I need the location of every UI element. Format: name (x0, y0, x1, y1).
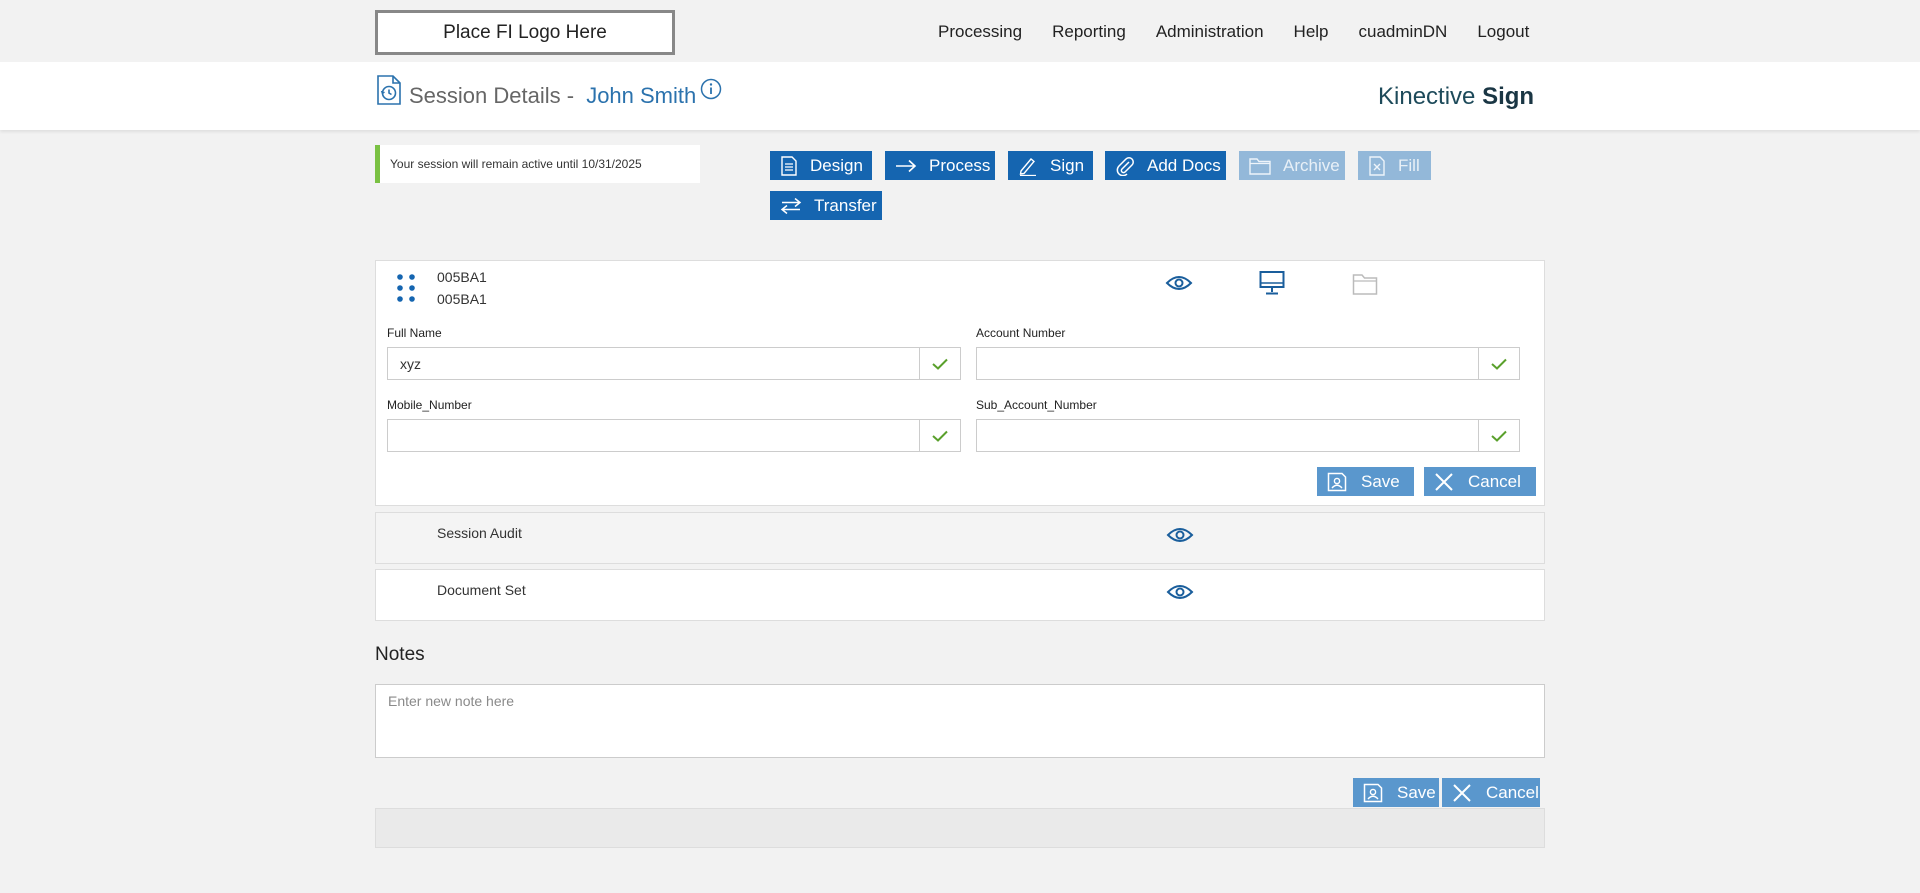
brand-name-light: Kinective (1378, 83, 1483, 110)
full-name-confirm[interactable] (919, 348, 960, 379)
mobile-number-input[interactable] (388, 420, 919, 451)
notes-box (375, 684, 1545, 758)
account-number-field (976, 347, 1520, 380)
document-panel: 005BA1 005BA1 Full Name Account Number M… (375, 260, 1545, 506)
account-number-confirm[interactable] (1478, 348, 1519, 379)
nav-administration[interactable]: Administration (1156, 22, 1264, 42)
mobile-number-label: Mobile_Number (387, 398, 472, 412)
transfer-arrows-icon (780, 197, 802, 214)
check-icon (1491, 430, 1507, 442)
note-save-button[interactable]: Save (1353, 778, 1439, 807)
folder-icon (1352, 274, 1378, 295)
document-cancel-button[interactable]: Cancel (1424, 467, 1536, 496)
notes-list (375, 808, 1545, 848)
top-bar: Place FI Logo Here Processing Reporting … (0, 0, 1920, 62)
nav-help[interactable]: Help (1294, 22, 1329, 42)
page-title: Session Details - John Smith (409, 83, 696, 109)
fill-button[interactable]: Fill (1358, 151, 1431, 180)
session-history-icon (377, 75, 401, 105)
session-audit-label: Session Audit (437, 525, 522, 541)
brand-name-bold: Sign (1482, 83, 1535, 110)
mobile-number-confirm[interactable] (919, 420, 960, 451)
eye-icon[interactable] (1166, 525, 1194, 545)
full-name-field (387, 347, 961, 380)
nav-reporting[interactable]: Reporting (1052, 22, 1126, 42)
info-icon[interactable] (700, 78, 722, 100)
pen-icon (1019, 157, 1036, 176)
mobile-number-field (387, 419, 961, 452)
document-x-icon (1369, 155, 1385, 176)
archive-button[interactable]: Archive (1239, 151, 1345, 180)
save-icon (1327, 472, 1347, 491)
close-icon (1453, 783, 1471, 802)
add-docs-button[interactable]: Add Docs (1105, 151, 1226, 180)
eye-icon[interactable] (1166, 582, 1194, 602)
drag-handle-icon[interactable] (395, 273, 417, 303)
save-icon (1363, 783, 1383, 802)
folder-icon (1249, 157, 1271, 175)
sub-account-number-field (976, 419, 1520, 452)
sub-account-number-confirm[interactable] (1478, 420, 1519, 451)
brand-logo: Kinective Sign (1378, 83, 1534, 111)
close-icon (1435, 472, 1453, 491)
top-nav: Processing Reporting Administration Help… (938, 22, 1529, 42)
design-button[interactable]: Design (770, 151, 872, 180)
page-title-label: Session Details - (409, 83, 581, 108)
document-id: 005BA1 (437, 269, 487, 285)
check-icon (932, 358, 948, 370)
document-set-row[interactable]: Document Set (375, 569, 1545, 621)
sub-account-number-label: Sub_Account_Number (976, 398, 1097, 412)
session-expiry-notice: Your session will remain active until 10… (375, 145, 700, 183)
sign-button[interactable]: Sign (1008, 151, 1093, 180)
fi-logo-placeholder: Place FI Logo Here (375, 10, 675, 55)
nav-user-account[interactable]: cuadminDN (1359, 22, 1448, 42)
document-save-button[interactable]: Save (1317, 467, 1414, 496)
process-button[interactable]: Process (885, 151, 995, 180)
title-band: Session Details - John Smith Kinective S… (0, 62, 1920, 130)
nav-logout[interactable]: Logout (1477, 22, 1529, 42)
session-user-name[interactable]: John Smith (586, 83, 696, 108)
paperclip-icon (1116, 156, 1134, 176)
note-cancel-button[interactable]: Cancel (1442, 778, 1540, 807)
note-input[interactable] (376, 685, 1544, 757)
document-set-label: Document Set (437, 582, 526, 598)
account-number-input[interactable] (977, 348, 1478, 379)
nav-processing[interactable]: Processing (938, 22, 1022, 42)
transfer-button[interactable]: Transfer (770, 191, 882, 220)
full-name-input[interactable] (388, 348, 919, 379)
eye-icon[interactable] (1165, 273, 1193, 293)
sub-account-number-input[interactable] (977, 420, 1478, 451)
document-list-icon (781, 155, 797, 176)
session-audit-row[interactable]: Session Audit (375, 512, 1545, 564)
notes-heading: Notes (375, 644, 425, 665)
document-subtitle: 005BA1 (437, 291, 487, 307)
check-icon (1491, 358, 1507, 370)
full-name-label: Full Name (387, 326, 442, 340)
check-icon (932, 430, 948, 442)
arrow-right-icon (896, 159, 917, 172)
account-number-label: Account Number (976, 326, 1066, 340)
monitor-icon[interactable] (1259, 270, 1285, 296)
